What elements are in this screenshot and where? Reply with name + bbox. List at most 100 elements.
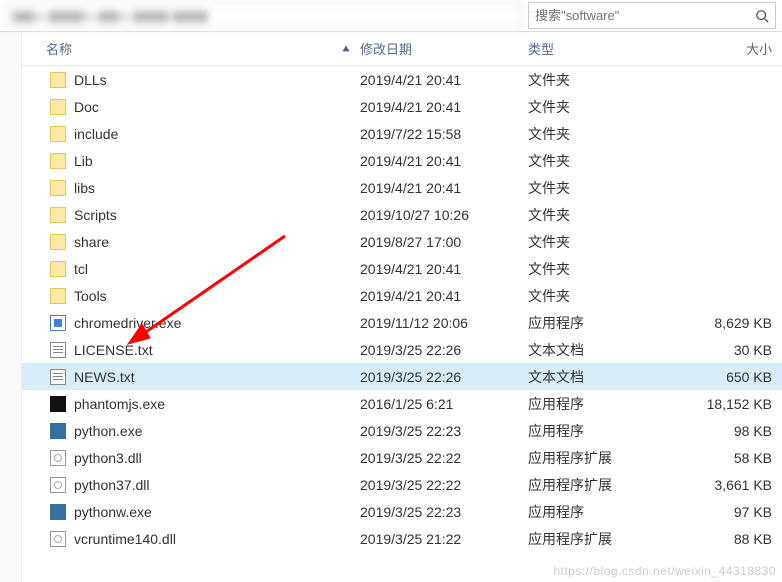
file-name: include — [74, 126, 118, 142]
breadcrumb[interactable]: ▮▮▮ ▸ ▮▮▮▮▮ ▸ ▮▮▮ ▸ ▮▮▮▮▮ ▮▮▮▮▮ — [6, 2, 522, 29]
file-name: share — [74, 234, 109, 250]
file-type: 文件夹 — [528, 124, 678, 144]
file-name: DLLs — [74, 72, 107, 88]
file-date: 2016/1/25 6:21 — [360, 396, 528, 412]
file-date: 2019/3/25 22:26 — [360, 369, 528, 385]
dll-icon — [50, 477, 66, 493]
file-type: 文件夹 — [528, 97, 678, 117]
file-size: 98 KB — [678, 423, 782, 439]
file-type: 文件夹 — [528, 151, 678, 171]
file-row[interactable]: DLLs 2019/4/21 20:41文件夹 — [22, 66, 782, 93]
file-row[interactable]: include2019/7/22 15:58文件夹 — [22, 120, 782, 147]
file-row[interactable]: Tools 2019/4/21 20:41文件夹 — [22, 282, 782, 309]
dll-icon — [50, 531, 66, 547]
file-row[interactable]: python.exe 2019/3/25 22:23应用程序98 KB — [22, 417, 782, 444]
file-size: 650 KB — [678, 369, 782, 385]
header-type[interactable]: 类型 — [528, 39, 678, 58]
file-name: Tools — [74, 288, 107, 304]
file-size: 88 KB — [678, 531, 782, 547]
file-date: 2019/4/21 20:41 — [360, 153, 528, 169]
file-row[interactable]: Doc 2019/4/21 20:41文件夹 — [22, 93, 782, 120]
folder-icon — [50, 234, 66, 250]
header-size[interactable]: 大小 — [678, 39, 782, 58]
file-name: python.exe — [74, 423, 143, 439]
column-headers: 名称 修改日期 类型 大小 — [22, 32, 782, 66]
file-size: 58 KB — [678, 450, 782, 466]
file-type: 文件夹 — [528, 70, 678, 90]
file-date: 2019/3/25 21:22 — [360, 531, 528, 547]
file-name: LICENSE.txt — [74, 342, 153, 358]
nav-sidebar — [0, 32, 22, 582]
topbar: ▮▮▮ ▸ ▮▮▮▮▮ ▸ ▮▮▮ ▸ ▮▮▮▮▮ ▮▮▮▮▮ — [0, 0, 782, 32]
file-type: 文本文档 — [528, 340, 678, 360]
folder-icon — [50, 99, 66, 115]
file-name: chromedriver.exe — [74, 315, 181, 331]
header-date[interactable]: 修改日期 — [360, 39, 528, 58]
file-type: 应用程序 — [528, 313, 678, 333]
file-date: 2019/10/27 10:26 — [360, 207, 528, 223]
header-name-label: 名称 — [46, 39, 72, 58]
file-name: tcl — [74, 261, 88, 277]
file-date: 2019/3/25 22:22 — [360, 450, 528, 466]
header-name[interactable]: 名称 — [22, 39, 360, 58]
folder-icon — [50, 288, 66, 304]
file-row[interactable]: tcl2019/4/21 20:41文件夹 — [22, 255, 782, 282]
file-type: 文件夹 — [528, 232, 678, 252]
file-size: 30 KB — [678, 342, 782, 358]
file-row[interactable]: share 2019/8/27 17:00文件夹 — [22, 228, 782, 255]
folder-icon — [50, 72, 66, 88]
file-date: 2019/4/21 20:41 — [360, 261, 528, 277]
file-date: 2019/3/25 22:22 — [360, 477, 528, 493]
file-row[interactable]: python37.dll2019/3/25 22:22应用程序扩展3,661 K… — [22, 471, 782, 498]
file-row[interactable]: pythonw.exe2019/3/25 22:23应用程序97 KB — [22, 498, 782, 525]
file-row[interactable]: LICENSE.txt 2019/3/25 22:26文本文档30 KB — [22, 336, 782, 363]
file-date: 2019/3/25 22:23 — [360, 423, 528, 439]
file-type: 应用程序扩展 — [528, 448, 678, 468]
file-type: 文本文档 — [528, 367, 678, 387]
file-row[interactable]: vcruntime140.dll 2019/3/25 21:22应用程序扩展88 … — [22, 525, 782, 552]
file-type: 文件夹 — [528, 178, 678, 198]
file-type: 应用程序扩展 — [528, 529, 678, 549]
file-type: 文件夹 — [528, 286, 678, 306]
file-pane: 名称 修改日期 类型 大小 DLLs2019/4/21 20:41文件夹Doc2… — [22, 32, 782, 582]
file-row[interactable]: python3.dll 2019/3/25 22:22应用程序扩展58 KB — [22, 444, 782, 471]
py-icon — [50, 423, 66, 439]
file-date: 2019/4/21 20:41 — [360, 72, 528, 88]
file-type: 应用程序 — [528, 394, 678, 414]
file-type: 文件夹 — [528, 205, 678, 225]
file-type: 应用程序 — [528, 421, 678, 441]
file-name: libs — [74, 180, 95, 196]
file-name: Doc — [74, 99, 99, 115]
file-name: NEWS.txt — [74, 369, 135, 385]
file-row[interactable]: Lib 2019/4/21 20:41文件夹 — [22, 147, 782, 174]
file-date: 2019/4/21 20:41 — [360, 99, 528, 115]
folder-icon — [50, 180, 66, 196]
dll-icon — [50, 450, 66, 466]
file-date: 2019/11/12 20:06 — [360, 315, 528, 331]
file-row[interactable]: chromedriver.exe 2019/11/12 20:06应用程序8,62… — [22, 309, 782, 336]
file-size: 8,629 KB — [678, 315, 782, 331]
file-date: 2019/4/21 20:41 — [360, 288, 528, 304]
file-date: 2019/3/25 22:26 — [360, 342, 528, 358]
folder-icon — [50, 126, 66, 142]
watermark: https://blog.csdn.net/weixin_44318830 — [553, 564, 776, 578]
file-name: Lib — [74, 153, 93, 169]
txt-icon — [50, 342, 66, 358]
search-box[interactable] — [528, 2, 776, 29]
file-name: pythonw.exe — [74, 504, 152, 520]
file-row[interactable]: NEWS.txt 2019/3/25 22:26文本文档650 KB — [22, 363, 782, 390]
file-name: python3.dll — [74, 450, 142, 466]
file-name: vcruntime140.dll — [74, 531, 176, 547]
file-date: 2019/8/27 17:00 — [360, 234, 528, 250]
file-size: 97 KB — [678, 504, 782, 520]
file-row[interactable]: Scripts2019/10/27 10:26文件夹 — [22, 201, 782, 228]
folder-icon — [50, 207, 66, 223]
folder-icon — [50, 261, 66, 277]
search-input[interactable] — [535, 8, 755, 23]
folder-icon — [50, 153, 66, 169]
file-size: 18,152 KB — [678, 396, 782, 412]
file-row[interactable]: phantomjs.exe2016/1/25 6:21应用程序18,152 KB — [22, 390, 782, 417]
exe-icon — [50, 315, 66, 331]
file-row[interactable]: libs2019/4/21 20:41文件夹 — [22, 174, 782, 201]
file-list: DLLs2019/4/21 20:41文件夹Doc2019/4/21 20:41… — [22, 66, 782, 582]
